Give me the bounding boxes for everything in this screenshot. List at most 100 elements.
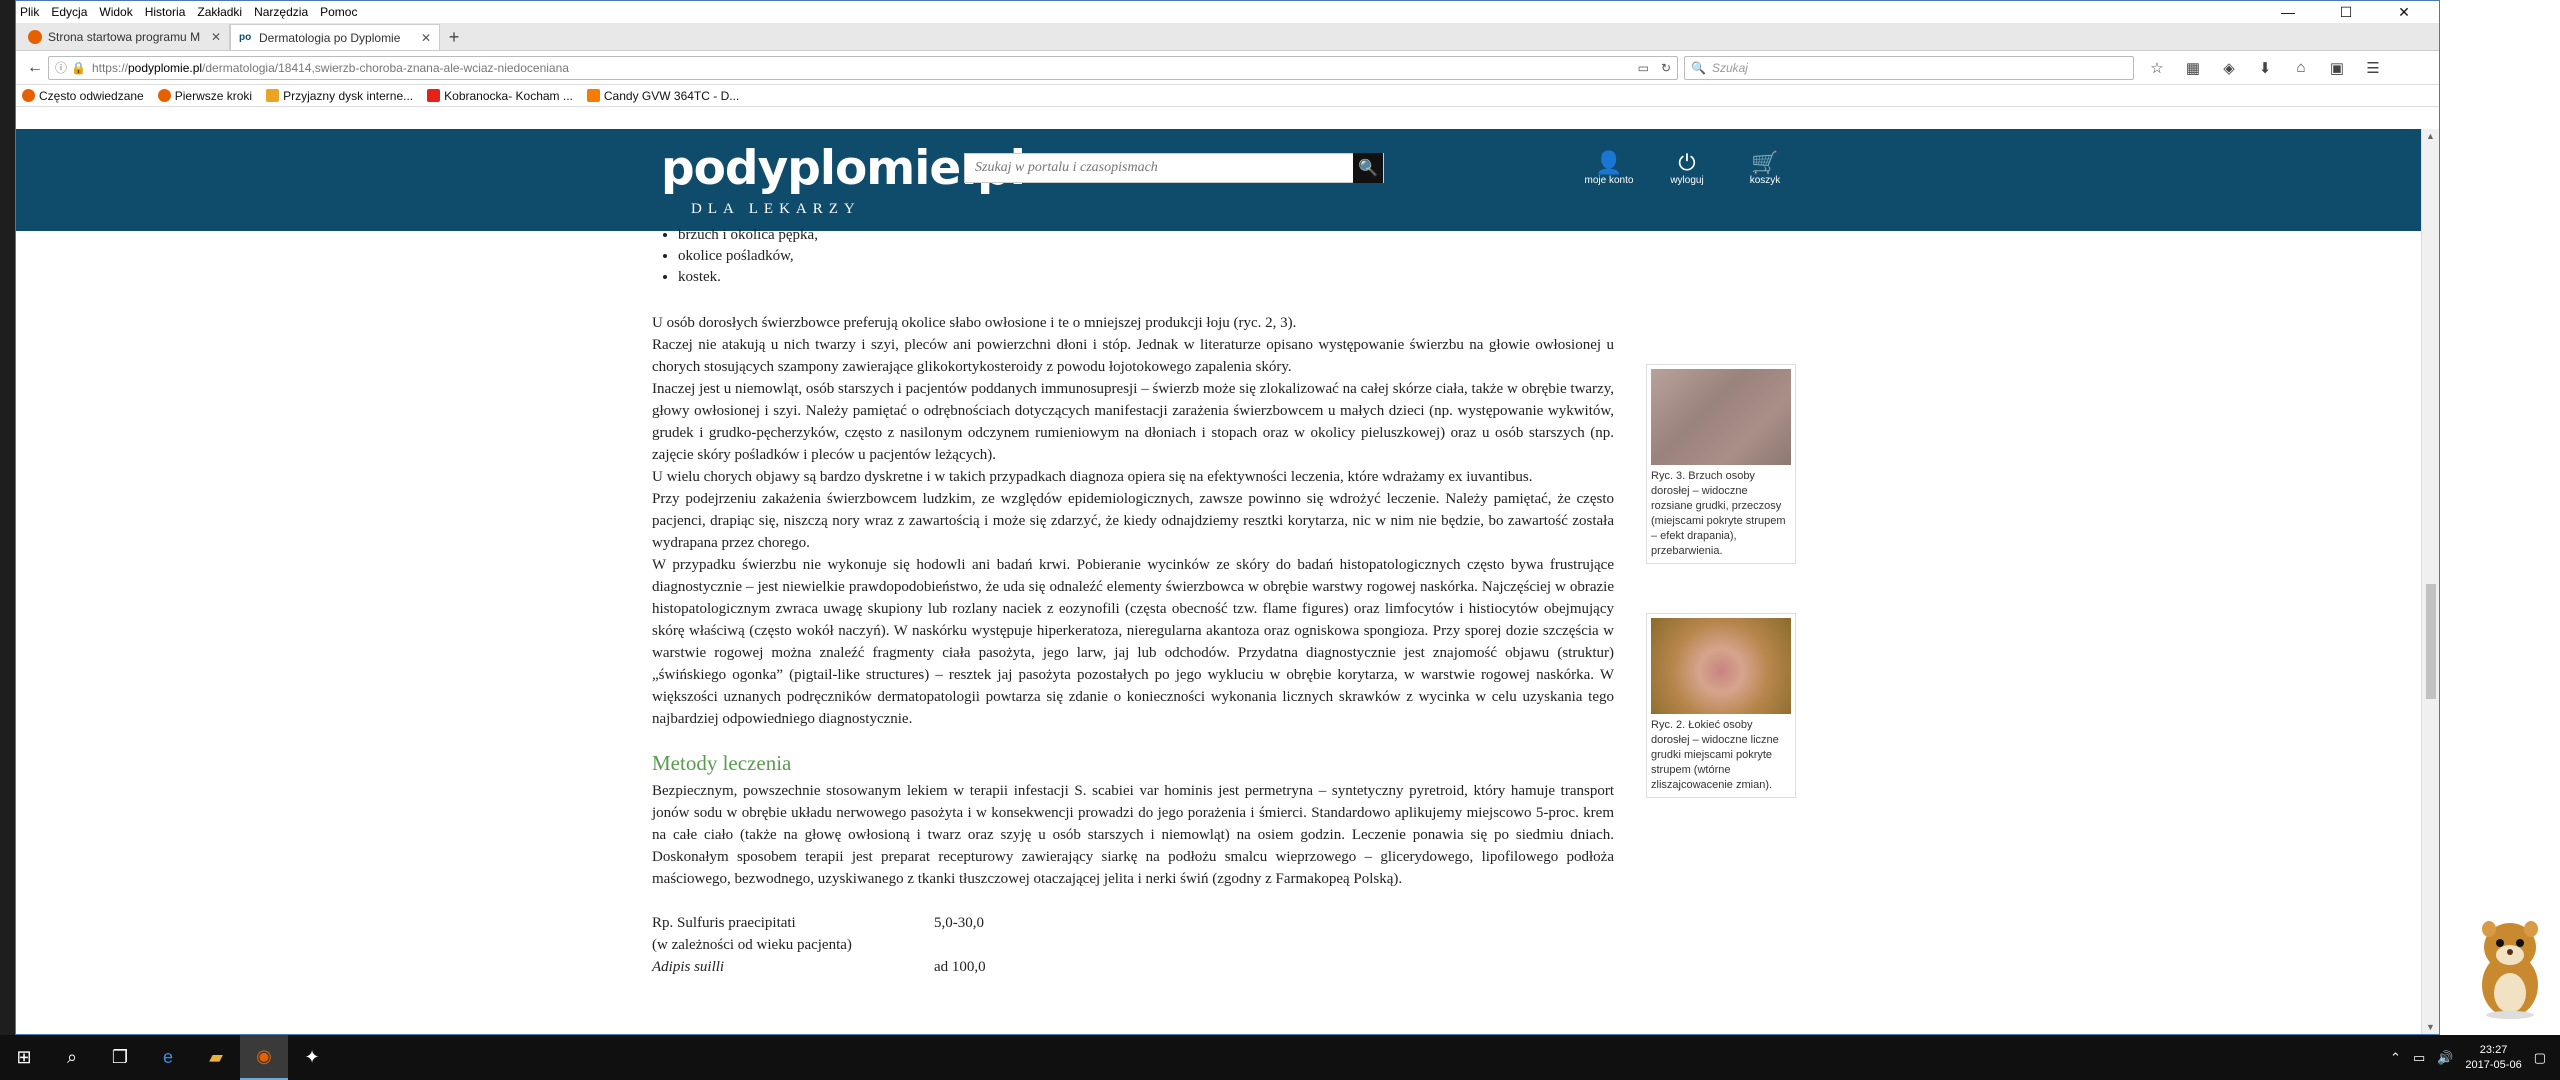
firefox-taskbar-icon[interactable]: ◉	[240, 1035, 288, 1080]
toolbar-icons: ☆ ▦ ◈ ⬇ ⌂ ▣ ☰	[2144, 59, 2386, 77]
url-host: podyplomie.pl	[128, 60, 203, 75]
site-header: podyplomie.pl DLA LEKARZY 🔍 👤 moje konto…	[16, 129, 2421, 231]
bookmark-item[interactable]: Przyjazny dysk interne...	[266, 89, 413, 103]
paragraph: Raczej nie atakują u nich twarzy i szyi,…	[652, 337, 1614, 375]
search-placeholder: Szukaj	[1711, 60, 1748, 75]
back-arrow-icon[interactable]: ←	[22, 55, 48, 81]
browser-window: Plik Edycja Widok Historia Zakładki Narz…	[15, 0, 2440, 1035]
navigation-bar: ← ⓘ 🔒 https://podyplomie.pl/dermatologia…	[16, 51, 2439, 85]
close-tab-icon[interactable]: ✕	[421, 31, 431, 45]
volume-icon[interactable]: 🔊	[2437, 1050, 2453, 1066]
task-view-icon[interactable]: ❐	[96, 1035, 144, 1080]
list-item: okolice pośladków,	[678, 246, 1614, 267]
edge-icon[interactable]: e	[144, 1035, 192, 1080]
pocket-icon[interactable]: ◈	[2216, 59, 2242, 77]
screenshot-icon[interactable]: ▣	[2324, 59, 2350, 77]
star-icon[interactable]: ☆	[2144, 59, 2170, 77]
close-window-button[interactable]: ✕	[2381, 1, 2427, 23]
reader-view-icon[interactable]: ▭	[1638, 61, 1649, 75]
bookmark-label: Często odwiedzane	[39, 88, 144, 103]
search-input[interactable]: 🔍 Szukaj	[1684, 55, 2134, 80]
desktop-right-area	[2440, 0, 2560, 1050]
menu-bookmarks[interactable]: Zakładki	[197, 5, 242, 19]
page-viewport: podyplomie.pl DLA LEKARZY 🔍 👤 moje konto…	[16, 129, 2421, 1034]
scrollbar-thumb[interactable]	[2426, 584, 2436, 699]
tab-dermatologia[interactable]: po Dermatologia po Dyplomie ✕	[230, 24, 440, 50]
cart-link[interactable]: 🛒 koszyk	[1737, 151, 1793, 187]
list-item: kostek.	[678, 267, 1614, 288]
maximize-button[interactable]: ☐	[2323, 1, 2369, 23]
power-icon: ⏻	[1678, 150, 1696, 175]
hamster-mascot-icon[interactable]	[2475, 915, 2545, 1020]
search-taskbar-icon[interactable]: ⌕	[48, 1035, 96, 1080]
tab-title: Dermatologia po Dyplomie	[259, 30, 401, 45]
podyplomie-favicon-icon: po	[239, 30, 253, 45]
bookmark-item[interactable]: Często odwiedzane	[22, 89, 144, 103]
new-tab-button[interactable]: +	[440, 24, 468, 50]
figure-ryc-3[interactable]: Ryc. 3. Brzuch osoby dorosłej – widoczne…	[1646, 364, 1796, 564]
menu-history[interactable]: Historia	[145, 5, 186, 19]
reload-icon[interactable]: ↻	[1661, 61, 1671, 75]
network-icon[interactable]: ▭	[2413, 1050, 2425, 1066]
app-taskbar-icon[interactable]: ✦	[288, 1035, 336, 1080]
clock-date: 2017-05-06	[2465, 1058, 2522, 1071]
rx-left: Adipis suilli	[652, 959, 725, 975]
home-icon[interactable]: ⌂	[2288, 59, 2314, 77]
abdomen-photo[interactable]	[1651, 369, 1791, 465]
tab-bar: Strona startowa programu M ✕ po Dermatol…	[16, 23, 2439, 51]
menu-edit[interactable]: Edycja	[51, 5, 87, 19]
article-body: brzuch i okolica pępka, okolice pośladkó…	[652, 225, 1614, 978]
url-bar[interactable]: ⓘ 🔒 https://podyplomie.pl/dermatologia/1…	[48, 55, 1678, 80]
list-item: brzuch i okolica pępka,	[678, 225, 1614, 246]
paragraph: U osób dorosłych świerzbowce preferują o…	[652, 315, 1297, 331]
scroll-down-icon[interactable]: ▼	[2426, 1022, 2435, 1032]
tab-start-page[interactable]: Strona startowa programu M ✕	[20, 24, 230, 50]
file-explorer-icon[interactable]: ▰	[192, 1035, 240, 1080]
info-icon[interactable]: ⓘ	[55, 59, 67, 76]
user-icon: 👤	[1595, 150, 1623, 175]
account-label: moje konto	[1584, 175, 1634, 186]
tray-chevron-icon[interactable]: ⌃	[2390, 1050, 2401, 1066]
bookmark-label: Candy GVW 364TC - D...	[603, 88, 740, 103]
section-heading: Metody leczenia	[652, 751, 792, 775]
bookmark-label: Kobranocka- Kocham ...	[444, 88, 573, 103]
logout-link[interactable]: ⏻ wyloguj	[1659, 150, 1715, 187]
close-tab-icon[interactable]: ✕	[211, 30, 221, 44]
paragraph: Bezpiecznym, powszechnie stosowanym leki…	[652, 783, 1614, 887]
clock[interactable]: 23:27 2017-05-06	[2465, 1043, 2521, 1073]
folder-icon	[266, 89, 280, 102]
hamburger-menu-icon[interactable]: ☰	[2360, 59, 2386, 77]
rx-left: Rp. Sulfuris praecipitati	[652, 915, 796, 931]
figure-ryc-2[interactable]: Ryc. 2. Łokieć osoby dorosłej – widoczne…	[1646, 613, 1796, 798]
bookmark-item[interactable]: Pierwsze kroki	[157, 89, 252, 103]
start-windows-icon[interactable]: ⊞	[0, 1035, 48, 1080]
library-icon[interactable]: ▦	[2180, 59, 2206, 77]
tab-title: Strona startowa programu M	[48, 30, 201, 44]
lock-icon: 🔒	[71, 60, 86, 75]
search-button-icon[interactable]: 🔍	[1353, 153, 1383, 183]
paragraph: U wielu chorych objawy są bardzo dyskret…	[652, 469, 1533, 485]
site-search: 🔍	[964, 153, 1384, 183]
bookmark-item[interactable]: Kobranocka- Kocham ...	[427, 89, 573, 103]
page-scrollbar[interactable]: ▲ ▼	[2421, 129, 2439, 1034]
bookmark-item[interactable]: Candy GVW 364TC - D...	[586, 88, 740, 103]
youtube-icon	[427, 89, 441, 102]
download-icon[interactable]: ⬇	[2252, 59, 2278, 77]
url-path: /dermatologia/18414,swierzb-choroba-znan…	[202, 60, 569, 75]
site-search-input[interactable]	[965, 160, 1353, 176]
figure-caption: Ryc. 2. Łokieć osoby dorosłej – widoczne…	[1651, 719, 1779, 791]
menu-tools[interactable]: Narzędzia	[254, 5, 308, 19]
menu-help[interactable]: Pomoc	[320, 5, 357, 19]
account-link[interactable]: 👤 moje konto	[1581, 150, 1637, 187]
menu-file[interactable]: Plik	[20, 5, 39, 19]
header-icons: 👤 moje konto ⏻ wyloguj 🛒 koszyk	[1581, 150, 1793, 187]
taskbar: ⊞ ⌕ ❐ e ▰ ◉ ✦ ⌃ ▭ 🔊 23:27 2017-05-06 ▢	[0, 1035, 2560, 1080]
location-list: brzuch i okolica pępka, okolice pośladkó…	[678, 225, 1614, 288]
notifications-icon[interactable]: ▢	[2534, 1050, 2546, 1066]
rx-right: ad 100,0	[934, 959, 986, 975]
elbow-photo[interactable]	[1651, 618, 1791, 714]
desktop-left-strip	[0, 0, 15, 1050]
menu-view[interactable]: Widok	[99, 5, 132, 19]
minimize-button[interactable]: —	[2265, 1, 2311, 23]
scroll-up-icon[interactable]: ▲	[2426, 131, 2435, 141]
